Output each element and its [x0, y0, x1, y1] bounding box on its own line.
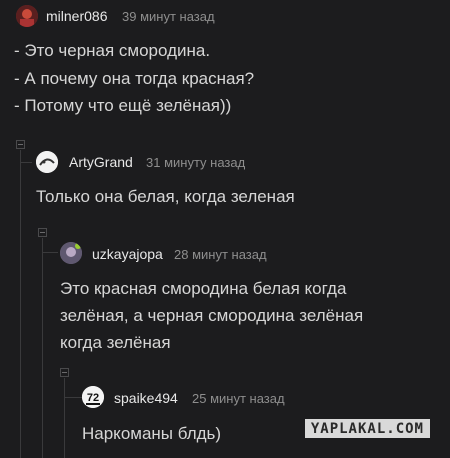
comment-timestamp: 39 минут назад — [122, 9, 215, 24]
comment-username[interactable]: spaike494 — [114, 390, 178, 406]
comment-text-line: - Потому что ещё зелёная)) — [14, 96, 232, 115]
comment-text-line: зелёная, а черная смородина зелёная — [60, 306, 364, 325]
comment-text-line: Наркоманы блдь) — [82, 424, 222, 443]
collapse-thread-button[interactable] — [60, 368, 69, 377]
thread-line — [64, 378, 65, 458]
comment-text-line: Только она белая, когда зеленая — [36, 187, 295, 206]
comment-username[interactable]: milner086 — [46, 8, 107, 24]
comment-timestamp: 25 минут назад — [192, 391, 285, 406]
comment-text-line: Это красная смородина белая когда — [60, 279, 347, 298]
thread-connector — [20, 162, 32, 163]
comment-username[interactable]: ArtyGrand — [69, 154, 133, 170]
thread-line — [42, 238, 43, 458]
comment-text-line: когда зелёная — [60, 333, 171, 352]
avatar[interactable] — [16, 5, 38, 27]
collapse-thread-button[interactable] — [38, 228, 47, 237]
avatar[interactable] — [60, 242, 82, 264]
user-avatar-icon — [60, 242, 82, 264]
thread-connector — [64, 397, 82, 398]
comment-text-line: - Это черная смородина. — [14, 41, 211, 60]
comment-text-line: - А почему она тогда красная? — [14, 69, 255, 88]
user-avatar-icon — [36, 151, 58, 173]
avatar-text: 72 — [87, 392, 99, 404]
comment-username[interactable]: uzkayajopa — [92, 246, 163, 262]
collapse-thread-button[interactable] — [16, 140, 25, 149]
watermark-logo: YAPLAKAL.COM — [304, 419, 430, 438]
comment-timestamp: 28 минут назад — [174, 247, 267, 262]
thread-line — [20, 150, 21, 458]
user-avatar-icon — [16, 5, 38, 27]
thread-connector — [42, 252, 58, 253]
avatar[interactable] — [36, 151, 58, 173]
user-avatar-icon: 72 — [82, 386, 104, 408]
avatar[interactable]: 72 — [82, 386, 104, 408]
comment-timestamp: 31 минуту назад — [146, 155, 246, 170]
